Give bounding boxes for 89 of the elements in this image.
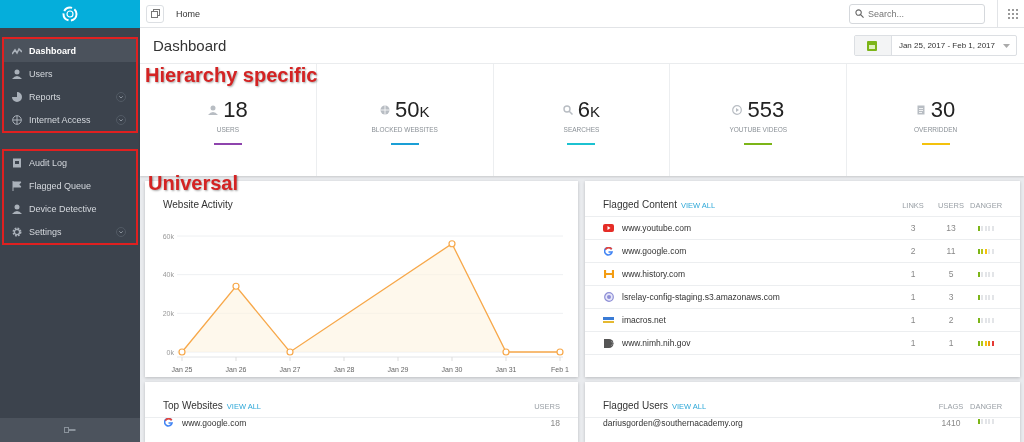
site-name: www.youtube.com — [622, 223, 692, 233]
activity-icon — [12, 45, 22, 56]
danger-meter — [978, 316, 994, 324]
sidebar-item[interactable]: Device Detective — [4, 197, 136, 220]
table-cell-text: 1 — [909, 269, 917, 279]
danger-meter — [978, 270, 994, 278]
play-button-icon — [603, 224, 614, 232]
site-name: www.google.com — [622, 246, 688, 256]
play-icon — [732, 105, 743, 116]
user-email: dariusgorden@southernacademy.org — [603, 418, 744, 428]
sidebar-item[interactable]: Internet Access — [4, 108, 136, 131]
user-icon — [12, 68, 22, 79]
chevron-down-icon[interactable] — [116, 114, 126, 125]
data-point — [556, 348, 564, 356]
flag-icon — [12, 180, 22, 191]
user-icon — [208, 105, 219, 116]
globe-icon — [379, 105, 390, 116]
data-point — [178, 348, 186, 356]
data-point — [448, 240, 456, 248]
key-icon[interactable] — [64, 427, 76, 433]
danger-meter — [978, 247, 994, 255]
copy-icon — [150, 9, 160, 18]
globe-icon — [12, 114, 22, 125]
letter-g-icon — [164, 418, 173, 427]
site-name: www.google.com — [182, 418, 248, 428]
danger-meter — [978, 224, 994, 232]
gear-icon — [12, 226, 22, 237]
site-name: www.nimh.nih.gov — [622, 338, 692, 348]
logo-icon[interactable] — [61, 5, 79, 23]
document-icon — [915, 105, 926, 116]
danger-meter — [978, 339, 994, 347]
sidebar-item[interactable]: Users — [4, 62, 136, 85]
danger-meter — [978, 418, 994, 425]
windows-button[interactable] — [146, 4, 164, 23]
card-icon — [603, 316, 614, 324]
letter-h-icon — [603, 269, 614, 279]
table-cell-text: 2 — [909, 246, 917, 256]
sidebar-item[interactable]: Dashboard — [4, 39, 136, 62]
chevron-down-icon[interactable] — [116, 226, 126, 237]
data-point — [232, 282, 240, 290]
card-title: Website Activity — [163, 199, 233, 210]
sidebar-item[interactable]: Audit Log — [4, 151, 136, 174]
caret-icon — [1003, 43, 1010, 48]
search-icon — [562, 105, 573, 116]
stat-value: 50K — [394, 97, 430, 124]
card-title: Top Websites — [163, 400, 223, 411]
annotation-label: Hierarchy specific — [145, 64, 318, 87]
table-cell-text: 1 — [909, 338, 917, 348]
table-cell-text: 1 — [947, 338, 955, 348]
breadcrumb: Home — [176, 8, 201, 19]
date-range-picker[interactable]: Jan 25, 2017 - Feb 1, 2017 — [853, 35, 1017, 57]
table-cell-text: 3 — [909, 223, 917, 233]
head-icon — [603, 338, 614, 348]
letter-g-icon — [604, 246, 613, 256]
stat-value: 18 — [223, 97, 248, 124]
table-cell-text: 3 — [947, 292, 955, 302]
page-title: Dashboard — [153, 37, 228, 55]
app-grid-icon[interactable] — [1008, 8, 1018, 19]
table-cell-text: 1410 — [940, 418, 962, 428]
document-icon — [12, 157, 22, 168]
table-cell-text: 1 — [909, 315, 917, 325]
data-point — [502, 348, 510, 356]
card-title: Flagged Users — [603, 400, 669, 411]
danger-meter — [978, 293, 994, 301]
sidebar-item[interactable]: Settings — [4, 220, 136, 243]
stat-value: 553 — [747, 97, 785, 124]
site-name: www.history.com — [622, 269, 687, 279]
table-cell-text: 1 — [909, 292, 917, 302]
site-name: lsrelay-config-staging.s3.amazonaws.com — [622, 292, 781, 302]
pie-chart-icon — [12, 91, 22, 102]
user-icon — [12, 203, 22, 214]
table-cell-text: 2 — [947, 315, 955, 325]
stat-value: 6K — [577, 97, 601, 124]
calendar-icon — [867, 40, 878, 51]
table-cell: 18 — [550, 418, 560, 428]
sidebar-item[interactable]: Flagged Queue — [4, 174, 136, 197]
site-name: imacros.net — [622, 315, 667, 325]
stat-value: 30 — [930, 97, 956, 124]
table-cell-text: 5 — [947, 269, 955, 279]
search-field[interactable]: Search... — [849, 3, 985, 24]
sidebar-item[interactable]: Reports — [4, 85, 136, 108]
annotation-label: Universal — [148, 172, 239, 195]
data-point — [286, 348, 294, 356]
card-title: Flagged Content — [603, 199, 677, 210]
chevron-down-icon[interactable] — [116, 91, 126, 102]
globe-icon — [603, 292, 614, 302]
table-cell-text: 11 — [945, 246, 957, 256]
table-cell-text: 13 — [945, 223, 957, 233]
search-icon — [855, 9, 864, 18]
